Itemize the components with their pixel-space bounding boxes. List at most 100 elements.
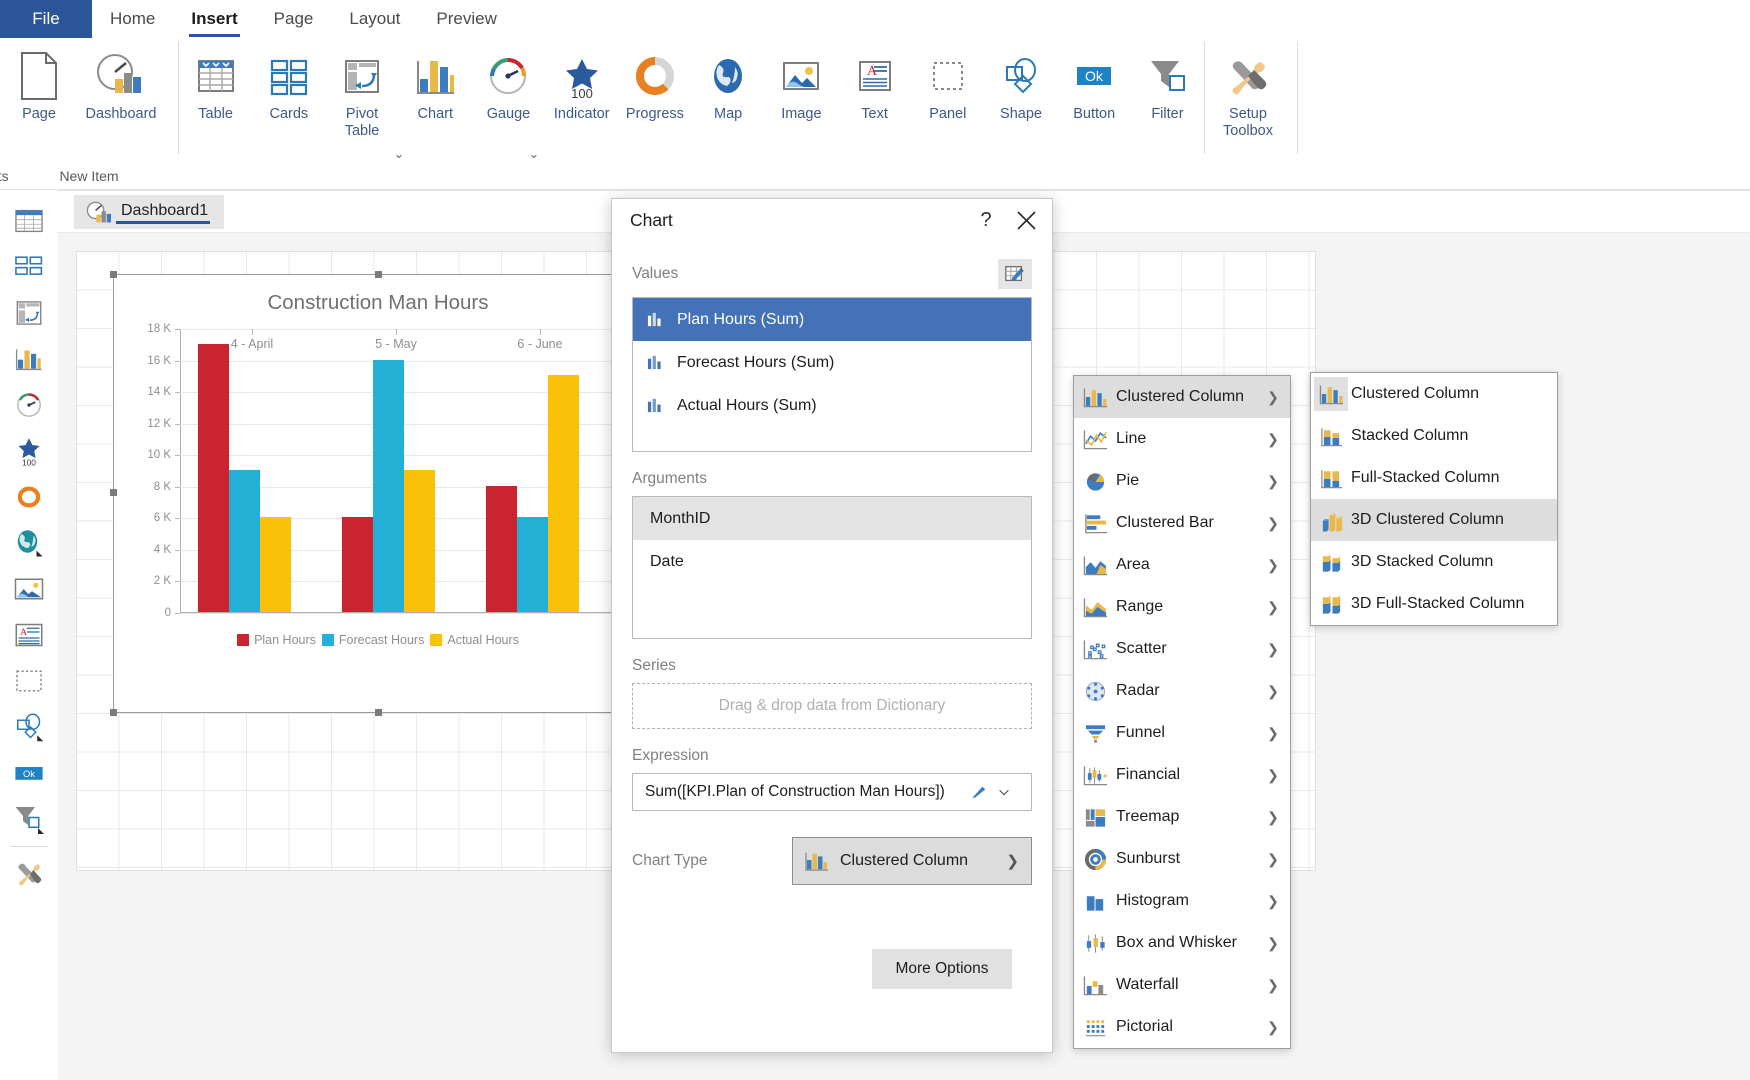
ribbon-button-indicator[interactable]: 100 Indicator bbox=[545, 44, 618, 123]
expression-chevron-down-icon[interactable] bbox=[997, 785, 1023, 799]
more-options-button[interactable]: More Options bbox=[872, 949, 1012, 989]
resize-handle-tl[interactable] bbox=[110, 271, 117, 278]
ribbon-button-page[interactable]: Page bbox=[0, 44, 78, 123]
chart-subtype-menu-item[interactable]: 3D Clustered Column bbox=[1311, 499, 1557, 541]
chart-subtype-menu-item[interactable]: 3D Stacked Column bbox=[1311, 541, 1557, 583]
resize-handle-tc[interactable] bbox=[375, 271, 382, 278]
chart-subtype-menu-item[interactable]: Clustered Column bbox=[1311, 373, 1557, 415]
chart-type-menu-item[interactable]: Line❯ bbox=[1074, 418, 1290, 460]
chart-type-menu-item[interactable]: Area❯ bbox=[1074, 544, 1290, 586]
arguments-label: Arguments bbox=[632, 470, 1032, 488]
tab-preview[interactable]: Preview bbox=[418, 0, 514, 38]
tab-home[interactable]: Home bbox=[92, 0, 173, 38]
chart-type-menu-item[interactable]: Sunburst❯ bbox=[1074, 838, 1290, 880]
dialog-body: Values Plan Hours (Sum)Forecast Hours (S… bbox=[612, 259, 1052, 989]
chart-type-menu-item[interactable]: Waterfall❯ bbox=[1074, 964, 1290, 1006]
ribbon-button-setup-toolbox[interactable]: Setup Toolbox bbox=[1205, 44, 1291, 139]
ribbon-button-table-label: Table bbox=[198, 106, 233, 123]
toolbox-item-chart[interactable] bbox=[0, 336, 58, 382]
values-list-item-label: Plan Hours (Sum) bbox=[677, 311, 804, 329]
chart-type-menu[interactable]: Clustered Column❯Line❯Pie❯Clustered Bar❯… bbox=[1073, 375, 1291, 1049]
ribbon-button-gauge[interactable]: Gauge bbox=[472, 44, 545, 123]
arguments-list-item[interactable]: MonthID bbox=[633, 497, 1031, 540]
shape-expand-chevron[interactable]: ⌄ bbox=[359, 146, 439, 162]
toolbox-item-shape[interactable] bbox=[0, 704, 58, 750]
chart-type-menu-item[interactable]: Clustered Bar❯ bbox=[1074, 502, 1290, 544]
values-list[interactable]: Plan Hours (Sum) Forecast Hours (Sum)Actu… bbox=[632, 297, 1032, 452]
toolbox-item-progress[interactable] bbox=[0, 474, 58, 520]
ribbon-button-shape[interactable]: Shape bbox=[984, 44, 1057, 123]
ribbon-button-image[interactable]: Image bbox=[765, 44, 838, 123]
chart-type-menu-item[interactable]: Box and Whisker❯ bbox=[1074, 922, 1290, 964]
pie-icon bbox=[1074, 460, 1116, 502]
chart-widget[interactable]: Construction Man Hours 02 K4 K6 K8 K10 K… bbox=[114, 275, 642, 712]
help-button[interactable]: ? bbox=[966, 201, 1006, 239]
chart-type-button[interactable]: Clustered Column ❯ bbox=[792, 837, 1032, 885]
tab-file[interactable]: File bbox=[0, 0, 92, 38]
chart-type-menu-item[interactable]: Histogram❯ bbox=[1074, 880, 1290, 922]
chart-type-menu-item-label: Funnel bbox=[1116, 724, 1264, 742]
toolbox-item-indicator[interactable]: 100 bbox=[0, 428, 58, 474]
ribbon-button-filter[interactable]: Filter bbox=[1131, 44, 1204, 123]
document-tab-dashboard1[interactable]: Dashboard1 bbox=[74, 195, 224, 229]
chart-type-submenu[interactable]: Clustered ColumnStacked ColumnFull-Stack… bbox=[1310, 372, 1558, 626]
values-list-item[interactable]: Plan Hours (Sum) bbox=[633, 298, 1031, 341]
chart-type-menu-item[interactable]: Scatter❯ bbox=[1074, 628, 1290, 670]
series-dropzone[interactable]: Drag & drop data from Dictionary bbox=[632, 683, 1032, 729]
edit-values-button[interactable] bbox=[998, 259, 1032, 289]
toolbox-item-text[interactable]: A bbox=[0, 612, 58, 658]
chart-legend-item: Forecast Hours bbox=[322, 633, 424, 647]
toolbox-item-setup-toolbox[interactable] bbox=[0, 851, 58, 897]
tab-page[interactable]: Page bbox=[256, 0, 332, 38]
ribbon-button-panel[interactable]: Panel bbox=[911, 44, 984, 123]
values-list-item[interactable]: Actual Hours (Sum) bbox=[633, 384, 1031, 427]
ribbon-button-cards[interactable]: Cards bbox=[252, 44, 325, 123]
dialog-title-bar[interactable]: Chart ? bbox=[612, 199, 1052, 241]
tab-layout[interactable]: Layout bbox=[331, 0, 418, 38]
arguments-list[interactable]: MonthIDDate bbox=[632, 496, 1032, 639]
ribbon-button-chart[interactable]: Chart bbox=[399, 44, 472, 123]
chart-subtype-menu-item[interactable]: Stacked Column bbox=[1311, 415, 1557, 457]
toolbox-item-table[interactable] bbox=[0, 198, 58, 244]
ribbon-button-button[interactable]: Ok Button bbox=[1058, 44, 1131, 123]
chart-subtype-menu-item[interactable]: Full-Stacked Column bbox=[1311, 457, 1557, 499]
chart-type-menu-item-label: Pictorial bbox=[1116, 1018, 1264, 1036]
edit-grid-pencil-icon bbox=[1004, 263, 1026, 285]
arguments-list-item[interactable]: Date bbox=[633, 540, 1031, 583]
close-button[interactable] bbox=[1006, 201, 1046, 239]
chart-type-menu-item[interactable]: Financial❯ bbox=[1074, 754, 1290, 796]
ribbon-button-dashboard[interactable]: Dashboard bbox=[78, 44, 164, 123]
resize-handle-bl[interactable] bbox=[110, 709, 117, 716]
toolbox-item-image[interactable] bbox=[0, 566, 58, 612]
chart-subtype-menu-item[interactable]: 3D Full-Stacked Column bbox=[1311, 583, 1557, 625]
toolbox-item-map[interactable] bbox=[0, 520, 58, 566]
expression-edit-pencil-icon[interactable] bbox=[971, 784, 997, 800]
expression-field[interactable]: Sum([KPI.Plan of Construction Man Hours]… bbox=[632, 773, 1032, 811]
chart-type-menu-item[interactable]: Radar❯ bbox=[1074, 670, 1290, 712]
chart-type-menu-item[interactable]: Funnel❯ bbox=[1074, 712, 1290, 754]
toolbox-item-filter[interactable] bbox=[0, 796, 58, 842]
chart-type-menu-item[interactable]: Treemap❯ bbox=[1074, 796, 1290, 838]
toolbox-item-panel[interactable] bbox=[0, 658, 58, 704]
toolbox-item-button[interactable]: Ok bbox=[0, 750, 58, 796]
chart-type-menu-item[interactable]: Pie❯ bbox=[1074, 460, 1290, 502]
values-list-item[interactable]: Forecast Hours (Sum) bbox=[633, 341, 1031, 384]
ribbon-button-progress[interactable]: Progress bbox=[618, 44, 691, 123]
clustered-column-icon bbox=[1074, 376, 1116, 418]
chart-dialog[interactable]: Chart ? Values Pl bbox=[611, 198, 1053, 1053]
chart-type-menu-item[interactable]: Clustered Column❯ bbox=[1074, 376, 1290, 418]
toolbox-item-cards[interactable] bbox=[0, 244, 58, 290]
ribbon-button-table[interactable]: Table bbox=[179, 44, 252, 123]
ribbon-button-map[interactable]: Map bbox=[692, 44, 765, 123]
chart-type-menu-item[interactable]: Range❯ bbox=[1074, 586, 1290, 628]
resize-handle-bc[interactable] bbox=[375, 709, 382, 716]
toolbox-item-gauge[interactable] bbox=[0, 382, 58, 428]
ribbon-button-text[interactable]: A Text bbox=[838, 44, 911, 123]
chevron-right-icon: ❯ bbox=[1006, 852, 1019, 870]
chart-type-menu-item[interactable]: Pictorial❯ bbox=[1074, 1006, 1290, 1048]
filter-expand-chevron[interactable]: ⌄ bbox=[494, 146, 574, 162]
toolbox-item-pivot-table[interactable] bbox=[0, 290, 58, 336]
chevron-right-icon: ❯ bbox=[1264, 725, 1282, 742]
tab-insert[interactable]: Insert bbox=[173, 0, 255, 38]
ribbon-button-pivot-table[interactable]: Pivot Table bbox=[325, 44, 398, 139]
